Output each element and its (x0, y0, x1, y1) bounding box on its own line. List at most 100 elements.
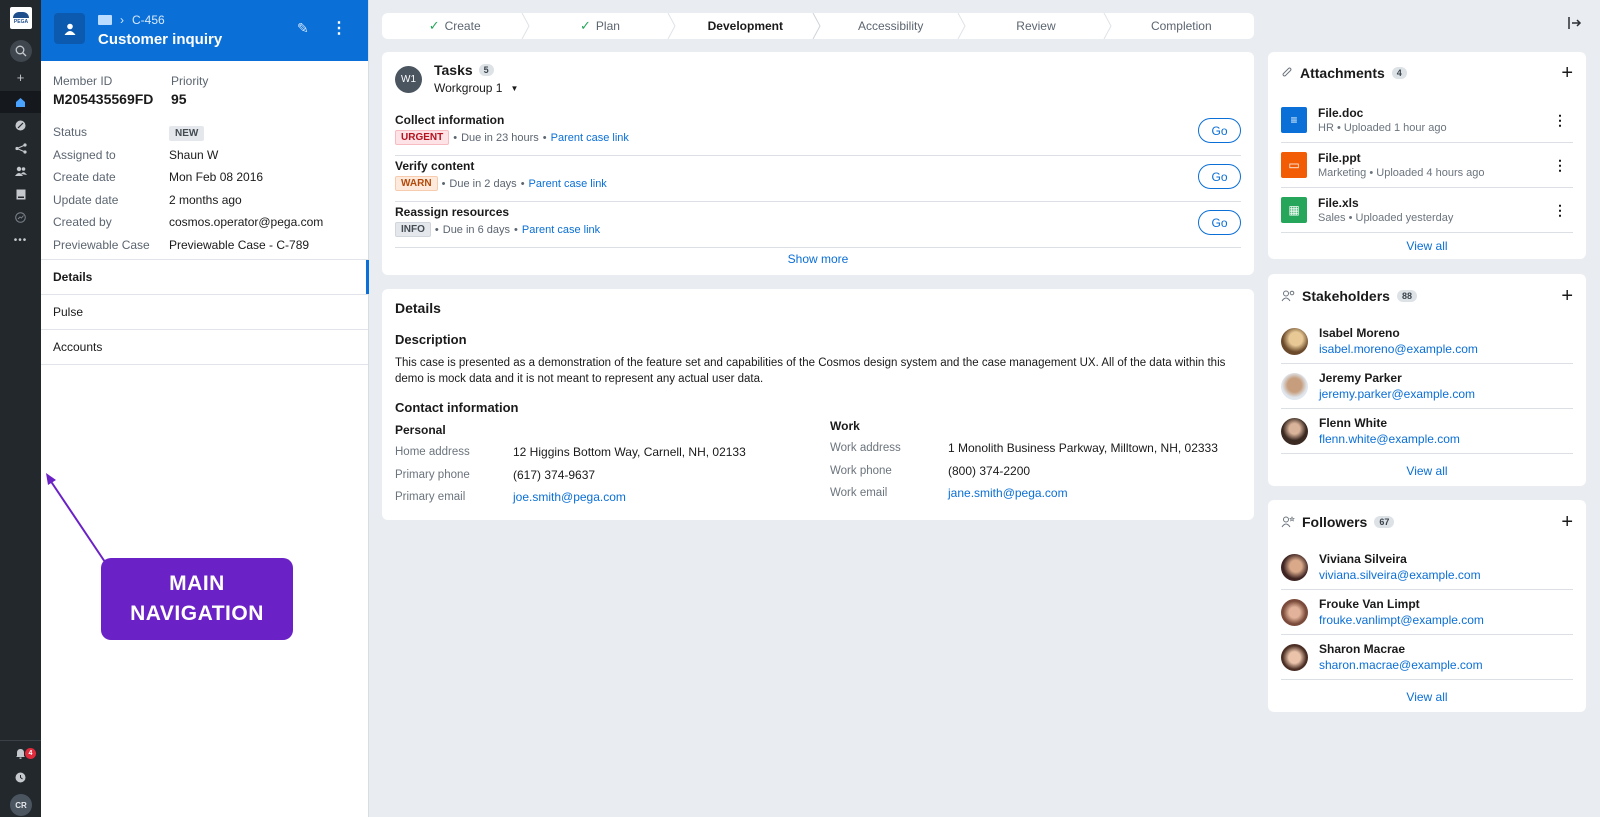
attachment-item[interactable]: ≡ File.doc HR • Uploaded 1 hour ago ⋮ (1281, 98, 1573, 143)
workgroup-label: Workgroup 1 (434, 81, 503, 95)
go-button[interactable]: Go (1198, 210, 1241, 235)
created-by-link[interactable]: cosmos.operator@pega.com (169, 215, 323, 229)
avatar (1281, 327, 1308, 355)
dashboard-nav[interactable] (0, 114, 41, 136)
urgency-tag: INFO (395, 222, 431, 237)
edit-button[interactable]: ✎ (297, 20, 309, 37)
reports-icon (15, 211, 26, 223)
avatar (1281, 598, 1308, 626)
stakeholder-item: Flenn White flenn.white@example.com (1281, 409, 1573, 454)
book-icon (16, 189, 25, 199)
separator: • (542, 131, 547, 144)
search-button[interactable] (10, 40, 32, 62)
urgency-tag: WARN (395, 176, 438, 191)
tab-accounts[interactable]: Accounts (41, 330, 368, 365)
case-type-icon (54, 13, 85, 44)
case-tabs: Details Pulse Accounts (41, 259, 369, 365)
breadcrumb: › C-456 (98, 13, 165, 27)
file-category: Marketing (1318, 167, 1367, 179)
task-name: Verify content (395, 159, 475, 173)
work-email-link[interactable]: jane.smith@pega.com (948, 486, 1068, 500)
annotation-arrow (46, 473, 106, 563)
add-attachment-button[interactable]: + (1561, 63, 1573, 83)
workgroup-dropdown[interactable]: Workgroup 1 ▼ (434, 81, 518, 95)
attachment-menu-button[interactable]: ⋮ (1553, 112, 1567, 129)
case-header: › C-456 Customer inquiry ✎ ⋮ (41, 0, 368, 61)
person-email[interactable]: frouke.vanlimpt@example.com (1319, 613, 1484, 627)
attachment-item[interactable]: ▦ File.xls Sales • Uploaded yesterday ⋮ (1281, 188, 1573, 233)
chevron-right-icon: › (120, 13, 124, 27)
more-vertical-icon: ⋮ (331, 20, 347, 37)
contact-label: Work address (830, 442, 901, 455)
recents-button[interactable] (0, 766, 41, 788)
file-uploaded: Uploaded 4 hours ago (1376, 167, 1485, 179)
stage-completion[interactable]: Completion (1109, 13, 1254, 39)
add-follower-button[interactable]: + (1561, 512, 1573, 532)
field-create-date: Create date Mon Feb 08 2016 (53, 166, 353, 189)
personal-contact: Personal Home address 12 Higgins Bottom W… (395, 423, 815, 509)
folder-icon[interactable] (98, 15, 112, 25)
case-actions-button[interactable]: ⋮ (331, 18, 347, 38)
stage-plan[interactable]: ✓ Plan (527, 13, 676, 39)
avatar (1281, 372, 1308, 400)
go-button[interactable]: Go (1198, 118, 1241, 143)
attachment-menu-button[interactable]: ⋮ (1553, 202, 1567, 219)
person-email[interactable]: flenn.white@example.com (1319, 432, 1460, 446)
add-stakeholder-button[interactable]: + (1561, 286, 1573, 306)
person-email[interactable]: isabel.moreno@example.com (1319, 342, 1478, 356)
tab-details[interactable]: Details (41, 260, 369, 295)
primary-email-link[interactable]: joe.smith@pega.com (513, 490, 626, 504)
attachment-item[interactable]: ▭ File.ppt Marketing • Uploaded 4 hours a… (1281, 143, 1573, 188)
create-button[interactable]: + (0, 66, 41, 88)
paperclip-icon (1282, 67, 1292, 77)
collapse-utilities-button[interactable] (1568, 16, 1582, 34)
details-title: Details (395, 300, 441, 316)
stakeholders-view-all[interactable]: View all (1268, 464, 1586, 478)
person-email[interactable]: sharon.macrae@example.com (1319, 658, 1483, 672)
library-nav[interactable] (0, 183, 41, 205)
stage-review[interactable]: Review (963, 13, 1112, 39)
previewable-case-link[interactable]: Previewable Case - C-789 (169, 238, 309, 252)
annotation-line1: MAIN (169, 572, 225, 595)
attachments-view-all[interactable]: View all (1268, 239, 1586, 253)
stage-development[interactable]: Development (673, 13, 821, 39)
field-status: Status NEW (53, 121, 353, 144)
home-nav[interactable] (0, 91, 41, 113)
pega-logo[interactable]: PEGA (10, 7, 32, 29)
stage-accessibility[interactable]: Accessibility (818, 13, 966, 39)
contact-label: Primary phone (395, 468, 470, 481)
case-title: Customer inquiry (98, 31, 223, 48)
file-uploaded: Uploaded yesterday (1355, 212, 1454, 224)
go-button[interactable]: Go (1198, 164, 1241, 189)
tasks-header: Tasks 5 (434, 62, 494, 78)
more-nav[interactable]: ••• (0, 229, 41, 251)
tasks-card: W1 Tasks 5 Workgroup 1 ▼ Collect informa… (382, 52, 1254, 275)
task-due: Due in 2 days (449, 177, 517, 190)
parent-case-link[interactable]: Parent case link (522, 224, 600, 236)
breadcrumb-case-id[interactable]: C-456 (132, 13, 165, 27)
show-more-link[interactable]: Show more (382, 252, 1254, 266)
separator: • (453, 131, 458, 144)
person-email[interactable]: jeremy.parker@example.com (1319, 387, 1475, 401)
file-category: HR (1318, 122, 1334, 134)
followers-view-all[interactable]: View all (1268, 690, 1586, 704)
field-value: Mon Feb 08 2016 (169, 170, 264, 185)
tasks-count: 5 (478, 64, 494, 76)
logo-mark (13, 11, 29, 18)
share-nav[interactable] (0, 137, 41, 159)
details-card: Details Description This case is present… (382, 289, 1254, 520)
parent-case-link[interactable]: Parent case link (551, 132, 629, 144)
attachment-menu-button[interactable]: ⋮ (1553, 157, 1567, 174)
parent-case-link[interactable]: Parent case link (529, 178, 607, 190)
users-nav[interactable] (0, 160, 41, 182)
reports-nav[interactable] (0, 206, 41, 228)
user-avatar[interactable]: CR (10, 794, 32, 816)
field-created-by: Created by cosmos.operator@pega.com (53, 211, 353, 234)
stage-create[interactable]: ✓ Create (382, 13, 530, 39)
check-icon: ✓ (428, 18, 440, 33)
member-id-value: M205435569FD (53, 91, 154, 107)
users-icon (14, 166, 27, 176)
tab-pulse[interactable]: Pulse (41, 295, 368, 330)
person-email[interactable]: viviana.silveira@example.com (1319, 568, 1481, 582)
case-stages: ✓ Create ✓ Plan Development Accessibility … (382, 13, 1254, 39)
